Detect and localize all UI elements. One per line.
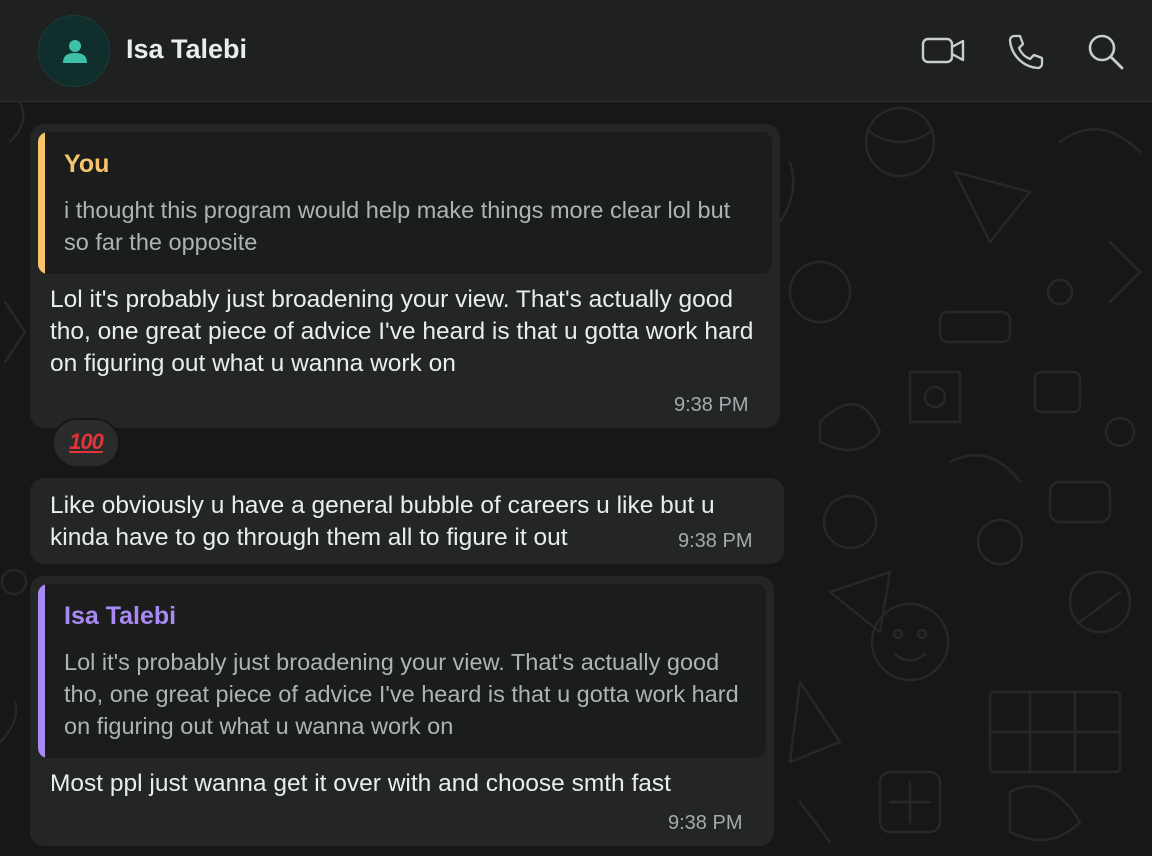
message-text: Lol it's probably just broadening your v… <box>50 286 754 377</box>
phone-icon[interactable] <box>1004 30 1048 74</box>
reaction-badge[interactable]: 100 <box>52 418 120 468</box>
quoted-message[interactable]: You i thought this program would help ma… <box>38 132 772 274</box>
person-icon <box>63 40 87 63</box>
avatar[interactable] <box>38 15 110 87</box>
contact-name[interactable]: Isa Talebi <box>126 34 247 65</box>
message-timestamp: 9:38 PM <box>674 394 749 416</box>
quote-author: You <box>64 150 110 178</box>
message-timestamp: 9:38 PM <box>668 812 743 834</box>
quote-accent-bar <box>38 584 45 758</box>
quote-text: i thought this program would help make t… <box>64 197 731 255</box>
hundred-points-icon: 100 <box>69 429 104 454</box>
quoted-message[interactable]: Isa Talebi Lol it's probably just broade… <box>38 584 766 758</box>
quote-accent-bar <box>38 132 45 274</box>
video-call-icon[interactable] <box>920 30 965 74</box>
chat-area[interactable]: You i thought this program would help ma… <box>0 102 1152 856</box>
message-timestamp: 9:38 PM <box>678 530 753 552</box>
message-bubble[interactable]: You i thought this program would help ma… <box>30 124 780 428</box>
message-bubble[interactable]: Like obviously u have a general bubble o… <box>30 478 784 564</box>
message-text: Like obviously u have a general bubble o… <box>50 492 715 551</box>
quote-text: Lol it's probably just broadening your v… <box>64 649 739 739</box>
chat-header: Isa Talebi <box>0 0 1152 102</box>
message-bubble[interactable]: Isa Talebi Lol it's probably just broade… <box>30 576 774 846</box>
search-icon[interactable] <box>1084 30 1128 74</box>
message-text: Most ppl just wanna get it over with and… <box>50 770 671 797</box>
quote-author: Isa Talebi <box>64 602 177 630</box>
